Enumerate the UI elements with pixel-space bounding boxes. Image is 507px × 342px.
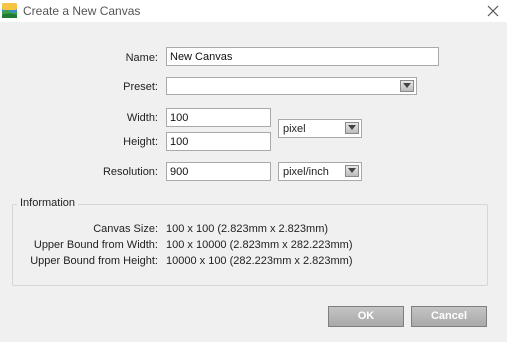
chevron-down-icon (348, 125, 356, 130)
information-legend: Information (17, 197, 79, 209)
name-input[interactable] (166, 47, 439, 66)
name-label: Name: (125, 52, 158, 64)
canvas-size-label: Canvas Size: (93, 223, 158, 235)
preset-select[interactable] (166, 77, 417, 95)
canvas-size-value: 100 x 100 (2.823mm x 2.823mm) (166, 223, 329, 235)
width-input[interactable] (166, 108, 271, 127)
cancel-button[interactable]: Cancel (411, 306, 487, 327)
preset-dropdown-button[interactable] (400, 80, 414, 92)
title-bar: Create a New Canvas (0, 0, 507, 22)
upper-bound-width-label: Upper Bound from Width: (33, 239, 158, 251)
resolution-unit-select[interactable]: pixel/inch (278, 162, 362, 181)
resolution-label: Resolution: (102, 166, 158, 178)
upper-bound-height-label: Upper Bound from Height: (30, 255, 158, 267)
unit-value: pixel (283, 123, 306, 135)
height-label: Height: (123, 136, 158, 148)
chevron-down-icon (403, 83, 411, 88)
upper-bound-width-value: 100 x 10000 (2.823mm x 282.223mm) (166, 239, 353, 251)
preset-label: Preset: (123, 81, 158, 93)
unit-select[interactable]: pixel (278, 119, 362, 138)
unit-dropdown-button[interactable] (345, 122, 359, 134)
resolution-unit-value: pixel/inch (283, 166, 329, 178)
chevron-down-icon (348, 168, 356, 173)
landscape-icon (2, 3, 17, 18)
resolution-input[interactable] (166, 162, 271, 181)
height-input[interactable] (166, 132, 271, 151)
width-label: Width: (126, 112, 158, 124)
resolution-unit-dropdown-button[interactable] (345, 165, 359, 177)
close-icon[interactable] (487, 5, 499, 17)
ok-button[interactable]: OK (328, 306, 404, 327)
window-title: Create a New Canvas (23, 4, 141, 18)
upper-bound-height-value: 10000 x 100 (282.223mm x 2.823mm) (166, 255, 353, 267)
